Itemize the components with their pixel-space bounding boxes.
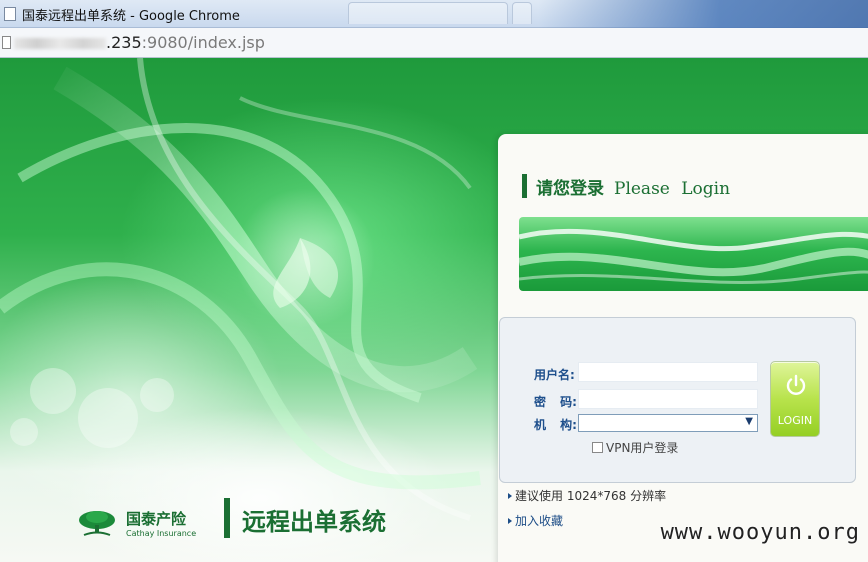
masked-url-segment bbox=[14, 38, 106, 49]
login-heading-cn: 请您登录 bbox=[536, 179, 604, 199]
vpn-checkbox[interactable] bbox=[592, 442, 603, 453]
login-heading: 请您登录 Please Login bbox=[522, 174, 731, 199]
brand-area: 国泰产险 Cathay Insurance 远程出单系统 bbox=[76, 498, 406, 544]
login-banner-image bbox=[519, 217, 868, 291]
resolution-tip: 建议使用 1024*768 分辨率 bbox=[508, 487, 666, 504]
vpn-checkbox-row[interactable]: VPN用户登录 bbox=[592, 439, 678, 456]
bullet-arrow-icon bbox=[508, 518, 512, 524]
page-icon bbox=[4, 7, 16, 21]
bullet-arrow-icon bbox=[508, 493, 512, 499]
login-heading-en: Please Login bbox=[614, 179, 731, 199]
username-label: 用户名: bbox=[534, 368, 575, 382]
login-button-label: LOGIN bbox=[777, 414, 813, 427]
address-bar[interactable]: .235:9080/index.jsp bbox=[0, 28, 868, 58]
power-icon bbox=[786, 374, 806, 395]
login-form: 用户名: 密 码: 机 构: ▼ VPN用户登录 LOGIN bbox=[499, 317, 856, 483]
url-host: .235 bbox=[106, 33, 142, 52]
banner-swirl-art bbox=[519, 228, 868, 284]
company-name-en: Cathay Insurance bbox=[126, 529, 197, 538]
login-button[interactable]: LOGIN bbox=[770, 361, 820, 437]
bokeh-light bbox=[140, 378, 174, 412]
window-controls bbox=[538, 0, 868, 28]
resolution-tip-text: 建议使用 1024*768 分辨率 bbox=[515, 489, 667, 503]
new-tab-button[interactable] bbox=[512, 2, 532, 24]
bokeh-light bbox=[78, 388, 138, 448]
org-label: 机 构: bbox=[534, 418, 577, 432]
dropdown-arrow-icon: ▼ bbox=[745, 416, 753, 427]
cathay-tree-logo-icon bbox=[79, 511, 115, 536]
document-icon bbox=[2, 36, 11, 49]
password-input[interactable] bbox=[578, 389, 758, 409]
window-title: 国泰远程出单系统 - Google Chrome bbox=[22, 9, 240, 24]
company-name-cn: 国泰产险 bbox=[126, 510, 187, 528]
watermark-text: www.wooyun.org bbox=[660, 520, 860, 545]
bokeh-light bbox=[30, 368, 76, 414]
add-bookmark-link[interactable]: 加入收藏 bbox=[508, 512, 563, 529]
bokeh-light bbox=[10, 418, 38, 446]
window-title-bar: 国泰远程出单系统 - Google Chrome bbox=[0, 0, 868, 28]
username-input[interactable] bbox=[578, 362, 758, 382]
add-bookmark-text: 加入收藏 bbox=[515, 514, 564, 528]
vpn-label: VPN用户登录 bbox=[606, 441, 679, 455]
url-text[interactable]: .235:9080/index.jsp bbox=[106, 33, 265, 52]
login-panel: 请您登录 Please Login 用户名: 密 码: 机 构: ▼ VPN用户登… bbox=[498, 134, 868, 562]
password-label: 密 码: bbox=[534, 395, 577, 409]
background-tab[interactable] bbox=[348, 2, 508, 24]
url-path: :9080/index.jsp bbox=[141, 33, 265, 52]
system-name: 远程出单系统 bbox=[242, 508, 386, 536]
brand-divider bbox=[224, 498, 230, 538]
org-select[interactable]: ▼ bbox=[578, 414, 758, 432]
login-page: 请您登录 Please Login 用户名: 密 码: 机 构: ▼ VPN用户登… bbox=[0, 58, 868, 562]
